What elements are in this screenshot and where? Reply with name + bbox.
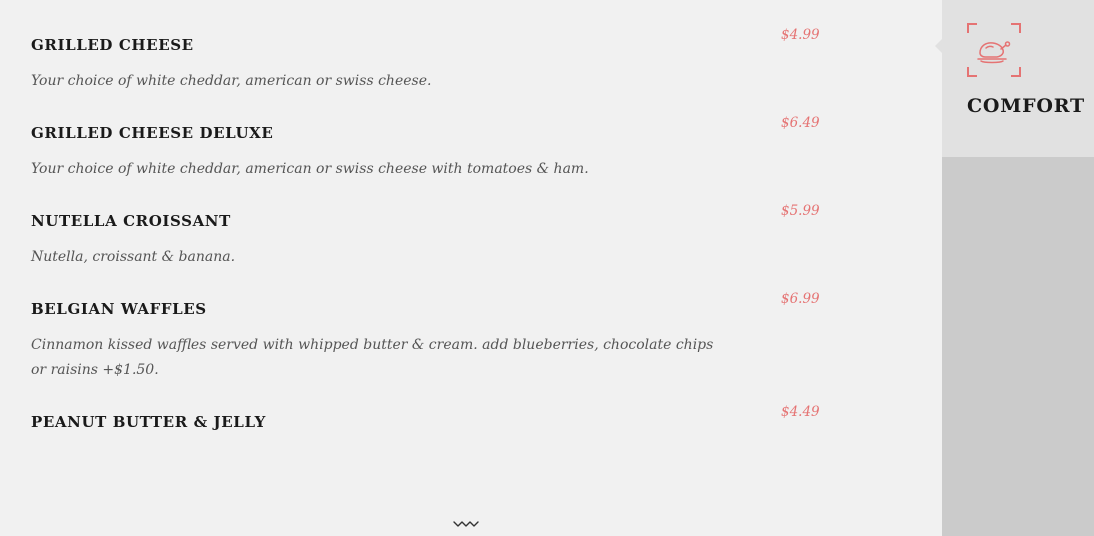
menu-item-list: GRILLED CHEESE $4.99 Your choice of whit…: [0, 0, 942, 536]
item-name: BELGIAN WAFFLES: [31, 300, 207, 318]
item-name: GRILLED CHEESE DELUXE: [31, 124, 274, 142]
item-description: Your choice of white cheddar, american o…: [31, 73, 432, 89]
roast-chicken-icon: [966, 22, 1022, 78]
menu-page: GRILLED CHEESE $4.99 Your choice of whit…: [0, 0, 1094, 536]
item-price: $5.99: [781, 203, 820, 219]
category-tab-comfort[interactable]: COMFORT: [935, 0, 1094, 157]
item-name: GRILLED CHEESE: [31, 36, 194, 54]
item-price: $6.99: [781, 291, 820, 307]
item-price: $4.99: [781, 27, 820, 43]
item-description: Cinnamon kissed waffles served with whip…: [31, 337, 714, 378]
item-description: Nutella, croissant & banana.: [31, 249, 236, 265]
wavy-chevron-down-icon[interactable]: [452, 516, 482, 527]
category-label: COMFORT: [967, 95, 1085, 117]
item-description: Your choice of white cheddar, american o…: [31, 161, 589, 177]
active-tab-pointer: [935, 39, 942, 53]
item-name: PEANUT BUTTER & JELLY: [31, 413, 266, 431]
item-price: $4.49: [781, 404, 820, 420]
item-price: $6.49: [781, 115, 820, 131]
category-sidebar: COMFORT: [935, 0, 1094, 536]
item-name: NUTELLA CROISSANT: [31, 212, 231, 230]
